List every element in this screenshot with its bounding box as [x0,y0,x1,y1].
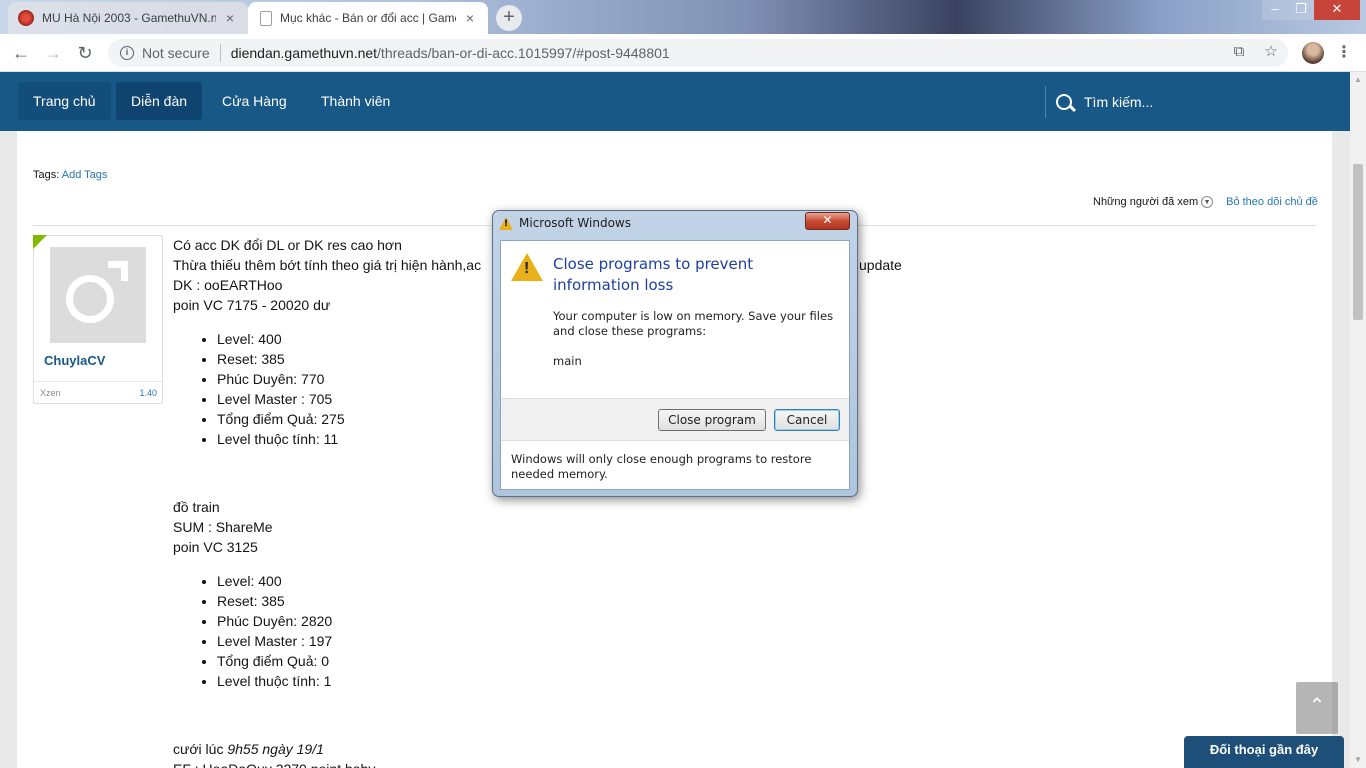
window-close-button[interactable]: ✕ [1314,0,1360,20]
dialog-title: Microsoft Windows [519,216,631,230]
site-navigation: Trang chủ Diễn đàn Cửa Hàng Thành viên T… [0,72,1350,131]
scroll-down-icon[interactable]: ▼ [1350,752,1366,768]
online-indicator [33,235,47,249]
window-maximize-button[interactable]: ❐ [1288,0,1314,20]
search-icon [1056,94,1072,110]
post-line: đồ train [173,499,220,515]
list-item: Level Master : 197 [217,631,1273,651]
site-favicon [18,10,34,26]
tab-title: MU Hà Nội 2003 - GamethuVN.net [42,11,216,25]
forward-button[interactable]: → [42,42,64,64]
reload-button[interactable]: ↻ [74,42,96,64]
page-favicon [260,10,272,26]
warning-icon: ! [499,216,513,230]
list-item: Level: 400 [217,571,1273,591]
user-badge: 1.40 [139,388,157,398]
menu-kebab-icon[interactable]: ⋮ [1336,42,1352,64]
close-program-button[interactable]: Close program [658,409,766,431]
tab-mu-ha-noi[interactable]: MU Hà Nội 2003 - GamethuVN.net × [8,2,248,34]
male-symbol-icon [66,275,114,323]
tab-strip: MU Hà Nội 2003 - GamethuVN.net × Mục khá… [0,0,1366,34]
scrollbar-thumb[interactable] [1353,164,1363,320]
site-search[interactable]: Tìm kiếm... [1045,86,1153,118]
translate-icon[interactable]: ⧉ [1230,43,1248,61]
back-button[interactable]: ← [10,42,32,64]
list-item: Level thuộc tính: 1 [217,671,1273,691]
info-icon[interactable]: i [120,46,134,60]
list-item: Tổng điểm Quả: 0 [217,651,1273,671]
stats-list: Level: 400 Reset: 385 Phúc Duyên: 2820 L… [217,571,1273,691]
list-item: Phúc Duyên: 2820 [217,611,1273,631]
dialog-footnote: Windows will only close enough programs … [511,452,812,481]
tab-muc-khac[interactable]: Mục khác - Bán or đổi acc | GamethuVN.ne… [248,2,488,34]
unfollow-thread-link[interactable]: Bỏ theo dõi chủ đề [1226,196,1318,208]
new-tab-button[interactable]: + [496,5,522,31]
username-link[interactable]: ChuylaCV [44,353,105,368]
dialog-titlebar: ! Microsoft Windows [499,216,631,230]
user-role: Xzen [40,388,61,398]
post-line-emphasis: 9h55 ngày 19/1 [227,741,324,757]
window-minimize-button[interactable]: – [1262,0,1288,20]
page-scrollbar[interactable]: ▲ ▼ [1350,72,1366,768]
post-line-tail: update [859,257,902,273]
dialog-heading: Close programs to prevent information lo… [553,255,754,294]
security-label: Not secure [142,45,210,61]
tab-close-icon[interactable]: × [222,10,238,26]
list-item: Reset: 385 [217,591,1273,611]
avatar[interactable] [50,247,146,343]
dialog-message: Your computer is low on memory. Save you… [553,309,834,338]
post-line: SUM : ShareMe [173,519,273,535]
cancel-button[interactable]: Cancel [774,409,840,431]
post-line: poin VC 3125 [173,539,258,555]
thread-tags: Tags: Add Tags [33,169,107,181]
nav-shop[interactable]: Cửa Hàng [207,82,302,120]
male-symbol-arrow [108,261,128,281]
search-label: Tìm kiếm... [1084,94,1154,110]
tab-close-icon[interactable]: × [462,10,478,26]
add-tags-link[interactable]: Add Tags [62,169,108,181]
scroll-up-icon[interactable]: ▲ [1350,72,1366,88]
url-domain: diendan.gamethuvn.net [230,45,378,61]
divider [219,44,221,62]
user-extra: Xzen 1.40 [34,381,162,403]
warning-icon: ! [511,253,543,281]
post-author-card: ChuylaCV Xzen 1.40 [33,235,163,404]
url-path: /threads/ban-or-di-acc.1015997/#post-944… [377,45,670,61]
browser-toolbar: ← → ↻ i Not secure diendan.gamethuvn.net… [0,34,1366,72]
profile-avatar[interactable] [1302,42,1324,64]
watchers-label[interactable]: Những người đã xem [1093,196,1198,208]
tab-title: Mục khác - Bán or đổi acc | GamethuVN.ne… [280,11,456,25]
post-line-text: Thừa thiếu thêm bớt tính theo giá trị hi… [173,257,482,273]
bookmark-star-icon[interactable]: ☆ [1262,43,1280,61]
chevron-down-icon[interactable]: ▼ [1201,196,1214,208]
program-list-item: main [553,354,582,368]
dialog-close-button[interactable]: ✕ [805,212,850,230]
dialog-button-bar: Close program Cancel [501,398,849,441]
low-memory-dialog: ! Microsoft Windows ✕ ! Close programs t… [492,210,858,497]
tags-label: Tags: [33,169,60,181]
nav-members[interactable]: Thành viên [306,82,405,120]
post-line: EF : HoaDaQuy 3270 point baby [173,759,1273,768]
nav-forum[interactable]: Diễn đàn [116,82,203,120]
post-line-text: cưới lúc [173,741,228,757]
recent-conversations-button[interactable]: Đối thoại gần đây [1184,736,1344,768]
nav-home[interactable]: Trang chủ [18,82,111,120]
address-bar[interactable]: i Not secure diendan.gamethuvn.net/threa… [108,39,1288,67]
scroll-to-top-button[interactable]: ⌃ [1296,682,1338,734]
thread-watchers: Những người đã xem ▼ Bỏ theo dõi chủ đề [1093,196,1318,208]
dialog-body: ! Close programs to prevent information … [500,240,850,490]
post-line: cưới lúc 9h55 ngày 19/1 [173,739,1273,759]
